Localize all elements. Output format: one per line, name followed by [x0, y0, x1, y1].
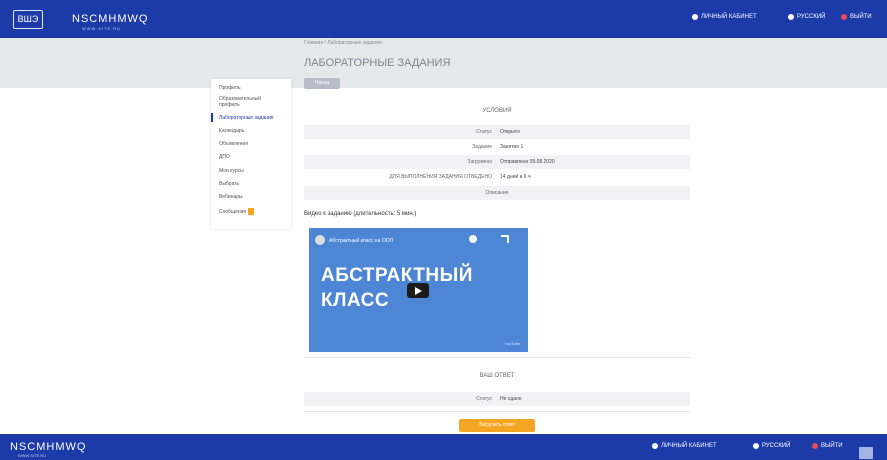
- info-row: Статус Открыто: [304, 125, 690, 139]
- page-title: ЛАБОРАТОРНЫЕ ЗАДАНИЯ: [304, 57, 451, 69]
- divider: [304, 357, 690, 358]
- nav-language-label: РУССКИЙ: [797, 14, 826, 20]
- info-row: Задание Занятие 1: [304, 140, 690, 154]
- info-key: Задание: [472, 144, 492, 150]
- top-navbar: ВШЭ NSCMHMWQ WWW.SITE.RU ЛИЧНЫЙ КАБИНЕТ …: [0, 0, 887, 38]
- scroll-to-top-icon[interactable]: [859, 447, 873, 459]
- exit-icon: [841, 14, 847, 20]
- info-value: Занятие 1: [500, 144, 524, 150]
- info-key: ДЛЯ ВЫПОЛНЕНИЯ ЗАДАНИЯ ОТВЕДЕНО: [389, 174, 492, 180]
- watch-later-icon[interactable]: [469, 235, 477, 243]
- info-key: Статус: [476, 129, 492, 135]
- video-thumbnail-line2: КЛАСС: [321, 290, 390, 311]
- description-label: Описание: [485, 190, 509, 196]
- brand-subtitle: WWW.SITE.RU: [82, 26, 121, 31]
- answer-status-key: Статус: [476, 396, 492, 402]
- upload-answer-button[interactable]: Загрузить ответ: [459, 419, 535, 432]
- sidebar-menu: Профиль Образовательный профиль Лаборато…: [211, 79, 291, 229]
- answer-status-value: Не сдано: [500, 396, 522, 402]
- footer-brand[interactable]: NSCMHMWQ: [10, 441, 86, 453]
- channel-avatar[interactable]: [315, 235, 325, 245]
- footer-language-label: РУССКИЙ: [762, 443, 791, 449]
- nav-exit-link[interactable]: ВЫЙТИ: [841, 14, 872, 20]
- info-row: Загружено Отправлено 09.08.2020: [304, 155, 690, 169]
- info-value: Отправлено 09.08.2020: [500, 159, 555, 165]
- footer-bar: ЛИЧНЫЙ КАБИНЕТ РУССКИЙ ВЫЙТИ: [0, 434, 887, 460]
- user-icon: [692, 14, 698, 20]
- globe-icon: [753, 443, 759, 449]
- play-button[interactable]: [407, 283, 429, 298]
- nav-cabinet-label: ЛИЧНЫЙ КАБИНЕТ: [701, 14, 757, 20]
- sidebar-item-profile[interactable]: Профиль: [219, 85, 241, 91]
- conditions-title: УСЛОВИЯ: [482, 108, 512, 114]
- info-key: Загружено: [467, 159, 492, 165]
- sidebar-item-dpo[interactable]: ДПО: [219, 154, 230, 160]
- breadcrumb[interactable]: Главная / Лабораторные задания: [304, 40, 382, 46]
- notification-badge: [248, 208, 255, 215]
- info-row-description: Описание: [304, 186, 690, 200]
- info-value: 14 дней и 6 ч: [500, 174, 531, 180]
- sidebar-item-lab-tasks[interactable]: Лабораторные задания: [219, 115, 274, 121]
- video-title[interactable]: Абстрактный класс на ООП: [329, 238, 393, 244]
- footer-brand-subtitle: WWW.SITE.RU: [18, 453, 46, 458]
- footer-exit-label: ВЫЙТИ: [821, 443, 843, 449]
- info-row: ДЛЯ ВЫПОЛНЕНИЯ ЗАДАНИЯ ОТВЕДЕНО 14 дней …: [304, 170, 690, 184]
- sidebar-item-messages[interactable]: Сообщения: [219, 208, 255, 215]
- footer-cabinet-label: ЛИЧНЫЙ КАБИНЕТ: [661, 443, 717, 449]
- sidebar-item-webinars[interactable]: Вебинары: [219, 194, 243, 200]
- video-thumbnail-line1: АБСТРАКТНЫЙ: [321, 265, 473, 286]
- nav-exit-label: ВЫЙТИ: [850, 14, 872, 20]
- brand-name[interactable]: NSCMHMWQ: [72, 13, 148, 25]
- share-icon[interactable]: [501, 235, 509, 243]
- answer-status-row: Статус Не сдано: [304, 392, 690, 406]
- sidebar-item-messages-label: Сообщения: [219, 208, 247, 215]
- footer-exit-link[interactable]: ВЫЙТИ: [812, 443, 843, 449]
- user-icon: [652, 443, 658, 449]
- exit-icon: [812, 443, 818, 449]
- divider: [304, 411, 690, 412]
- youtube-logo[interactable]: YouTube: [504, 341, 520, 346]
- sidebar-item-announcements[interactable]: Объявления: [219, 141, 248, 147]
- nav-language-link[interactable]: РУССКИЙ: [788, 14, 825, 20]
- video-player[interactable]: Абстрактный класс на ООП АБСТРАКТНЫЙ КЛА…: [309, 228, 528, 352]
- sidebar-item-courses[interactable]: Мои курсы: [219, 168, 244, 174]
- sidebar-item-choose[interactable]: Выбрать: [219, 181, 239, 187]
- university-logo[interactable]: ВШЭ: [13, 10, 43, 29]
- nav-cabinet-link[interactable]: ЛИЧНЫЙ КАБИНЕТ: [692, 14, 757, 20]
- back-button[interactable]: Назад: [304, 78, 340, 89]
- sidebar-active-indicator: [211, 113, 213, 122]
- info-value: Открыто: [500, 129, 520, 135]
- globe-icon: [788, 14, 794, 20]
- sidebar-item-calendar[interactable]: Календарь: [219, 128, 244, 134]
- footer-language-link[interactable]: РУССКИЙ: [753, 443, 790, 449]
- footer-cabinet-link[interactable]: ЛИЧНЫЙ КАБИНЕТ: [652, 443, 717, 449]
- video-label: Видео к заданию (длительность: 5 мин.): [304, 211, 417, 217]
- sidebar-item-edu-profile-2[interactable]: профиль: [219, 102, 240, 108]
- answer-title: ВАШ ОТВЕТ: [479, 373, 515, 379]
